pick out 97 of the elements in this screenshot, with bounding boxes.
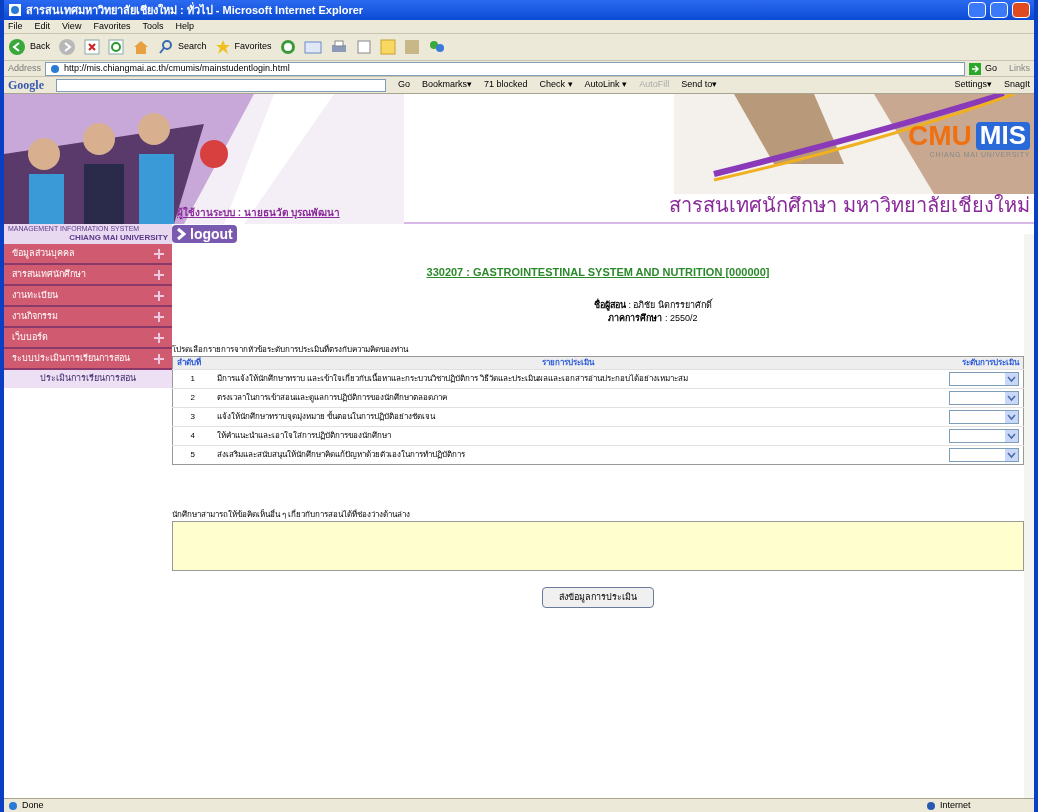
menu-item[interactable]: Favorites bbox=[93, 19, 131, 34]
submit-button[interactable]: ส่งข้อมูลการประเมิน bbox=[542, 586, 654, 608]
dropdown-arrow-icon bbox=[1005, 448, 1018, 461]
google-logo: Google bbox=[8, 77, 44, 94]
column-header: ระดับการประเมิน bbox=[923, 356, 1024, 369]
popup-blocker-button[interactable]: 71 blocked bbox=[484, 78, 528, 92]
sidebar-subitem[interactable]: ประเมินการเรียนการสอน bbox=[4, 370, 172, 388]
rating-dropdown[interactable] bbox=[949, 390, 1019, 405]
refresh-icon[interactable] bbox=[108, 39, 124, 55]
comment-textarea[interactable] bbox=[172, 520, 1024, 571]
logo-badge: MIS bbox=[975, 122, 1030, 150]
menu-item[interactable]: Help bbox=[175, 19, 194, 34]
dropdown-arrow-icon bbox=[1005, 391, 1018, 404]
bookmarks-button[interactable]: Bookmarks▾ bbox=[422, 78, 473, 92]
sidebar-item[interactable]: เว็บบอร์ด bbox=[4, 328, 172, 349]
address-label: Address bbox=[8, 61, 42, 75]
rating-dropdown[interactable] bbox=[949, 409, 1019, 424]
rating-dropdown[interactable] bbox=[949, 447, 1019, 462]
table-cell: ตรงเวลาในการเข้าสอนและดูแลการปฏิบัติการของนักศึกษาตลอดภาค bbox=[212, 388, 924, 407]
star-icon bbox=[214, 39, 231, 55]
dropdown-arrow-icon bbox=[1005, 429, 1018, 442]
chevron-icon bbox=[176, 227, 186, 241]
globe-icon bbox=[926, 800, 936, 811]
instruction-text: โปรดเลือกรายการจากหัวข้อระดับการประเมินที่ตรงกับความคิดของท่าน bbox=[172, 343, 410, 356]
status-text: Done bbox=[22, 798, 44, 812]
table-cell: มีการแจ้งให้นักศึกษาทราบ และเข้าใจเกี่ยวกับเนื้อหาและกระบวนวิชาปฏิบัติการ วิธีวัดและประเมินผลและเอกสารอ่านประกอบได้อย่างเหมาะสม bbox=[212, 369, 924, 388]
close-button[interactable] bbox=[1012, 2, 1030, 18]
course-title-link[interactable]: 330207 : GASTROINTESTINAL SYSTEM AND NUTRITION [000000] bbox=[426, 264, 770, 281]
favorites-button[interactable]: Favorites bbox=[214, 39, 272, 55]
menu-item[interactable]: Tools bbox=[142, 19, 164, 34]
expand-icon bbox=[154, 332, 164, 343]
sidebar-item[interactable]: งานทะเบียน bbox=[4, 286, 172, 307]
menu-item[interactable]: View bbox=[62, 19, 82, 34]
rating-dropdown[interactable] bbox=[949, 371, 1019, 386]
mail-icon[interactable] bbox=[303, 39, 322, 55]
print-icon[interactable] bbox=[329, 39, 348, 55]
google-search-field[interactable] bbox=[56, 78, 386, 92]
settings-button[interactable]: Settings▾ bbox=[954, 78, 992, 92]
expand-icon bbox=[154, 248, 164, 259]
rating-dropdown[interactable] bbox=[949, 428, 1019, 443]
history-icon[interactable] bbox=[279, 39, 296, 55]
window-title: สารสนเทศมหาวิทยาลัยเชียงใหม่ : ทั่วไป - Microsoft Internet Explorer bbox=[26, 1, 364, 18]
search-button[interactable]: Search bbox=[158, 39, 207, 55]
autolink-button[interactable]: AutoLink ▾ bbox=[584, 78, 628, 92]
expand-icon bbox=[154, 311, 164, 322]
stop-icon[interactable] bbox=[84, 39, 100, 55]
document-icon[interactable] bbox=[355, 39, 372, 55]
minimize-button[interactable] bbox=[968, 2, 986, 18]
browser-icon bbox=[8, 3, 22, 17]
expand-icon bbox=[154, 269, 164, 280]
go-button[interactable]: Go bbox=[398, 78, 410, 92]
table-cell: 5 bbox=[172, 445, 213, 464]
semester-label: ภาคการศึกษา : 2550/2 bbox=[608, 312, 698, 325]
note-icon[interactable] bbox=[379, 39, 396, 55]
messenger-icon[interactable] bbox=[427, 39, 446, 55]
sidebar-item[interactable]: สารสนเทศนักศึกษา bbox=[4, 265, 172, 286]
address-field[interactable]: http://mis.chiangmai.ac.th/cmumis/mainstudentlogin.html bbox=[45, 61, 965, 76]
go-arrow-icon bbox=[968, 62, 981, 75]
go-button[interactable]: Go bbox=[968, 61, 997, 76]
expand-icon bbox=[154, 353, 164, 364]
page-icon bbox=[50, 63, 61, 74]
table-cell: 3 bbox=[172, 407, 213, 426]
page-icon bbox=[8, 800, 18, 811]
send-to-button[interactable]: Send to▾ bbox=[681, 78, 718, 92]
snagit-button[interactable]: SnagIt bbox=[1003, 78, 1030, 92]
column-header: รายการประเมิน bbox=[212, 356, 924, 369]
forward-icon[interactable] bbox=[58, 38, 76, 56]
table-cell: 4 bbox=[172, 426, 213, 445]
home-icon[interactable] bbox=[132, 39, 150, 55]
search-icon bbox=[158, 39, 174, 55]
sidebar-item[interactable]: ระบบประเมินการเรียนการสอน bbox=[4, 349, 172, 370]
expand-icon bbox=[154, 290, 164, 301]
table-cell: 2 bbox=[172, 388, 213, 407]
menu-item[interactable]: File bbox=[8, 19, 23, 34]
table-cell: ส่งเสริมและสนับสนุนให้นักศึกษาคิดแก้ปัญหาด้วยตัวเองในการทำปฏิบัติการ bbox=[212, 445, 924, 464]
user-label: ผู้ใช้งานระบบ : นายธนวัต บุรณพัฒนา bbox=[177, 205, 340, 220]
sidebar-item[interactable]: ข้อมูลส่วนบุคคล bbox=[4, 244, 172, 265]
instructor-label: ชื่อผู้สอน : อภิชัย นิตกรรยาศักดิ์ bbox=[594, 298, 712, 312]
table-cell: ให้คำแนะนำและเอาใจใส่การปฏิบัติการของนักศึกษา bbox=[212, 426, 924, 445]
logo-text: CMU bbox=[908, 122, 972, 150]
sidebar-item[interactable]: งานกิจกรรม bbox=[4, 307, 172, 328]
site-title: สารสนเทศนักศึกษา มหาวิทยาลัยเชียงใหม่ bbox=[669, 193, 1030, 218]
menu-item[interactable]: Edit bbox=[34, 19, 51, 34]
comment-label: นักศึกษาสามารถให้ข้อคิดเห็นอื่น ๆ เกี่ยวกับการสอนได้ที่ช่องว่างด้านล่าง bbox=[172, 508, 412, 521]
zone-text: Internet bbox=[940, 798, 972, 812]
logout-button[interactable]: logout bbox=[172, 225, 237, 243]
dropdown-arrow-icon bbox=[1005, 372, 1018, 385]
back-button[interactable]: Back bbox=[8, 38, 50, 56]
maximize-button[interactable] bbox=[990, 2, 1008, 18]
back-icon bbox=[8, 38, 26, 56]
scrollbar[interactable] bbox=[1024, 234, 1034, 798]
dropdown-arrow-icon bbox=[1005, 410, 1018, 423]
column-header: ลำดับที่ bbox=[172, 356, 213, 369]
table-cell: 1 bbox=[172, 369, 213, 388]
table-cell: แจ้งให้นักศึกษาทราบจุดมุ่งหมาย ขั้นตอนในการปฏิบัติอย่างชัดเจน bbox=[212, 407, 924, 426]
media-icon[interactable] bbox=[403, 39, 420, 55]
spell-check-button[interactable]: Check ▾ bbox=[539, 78, 573, 92]
